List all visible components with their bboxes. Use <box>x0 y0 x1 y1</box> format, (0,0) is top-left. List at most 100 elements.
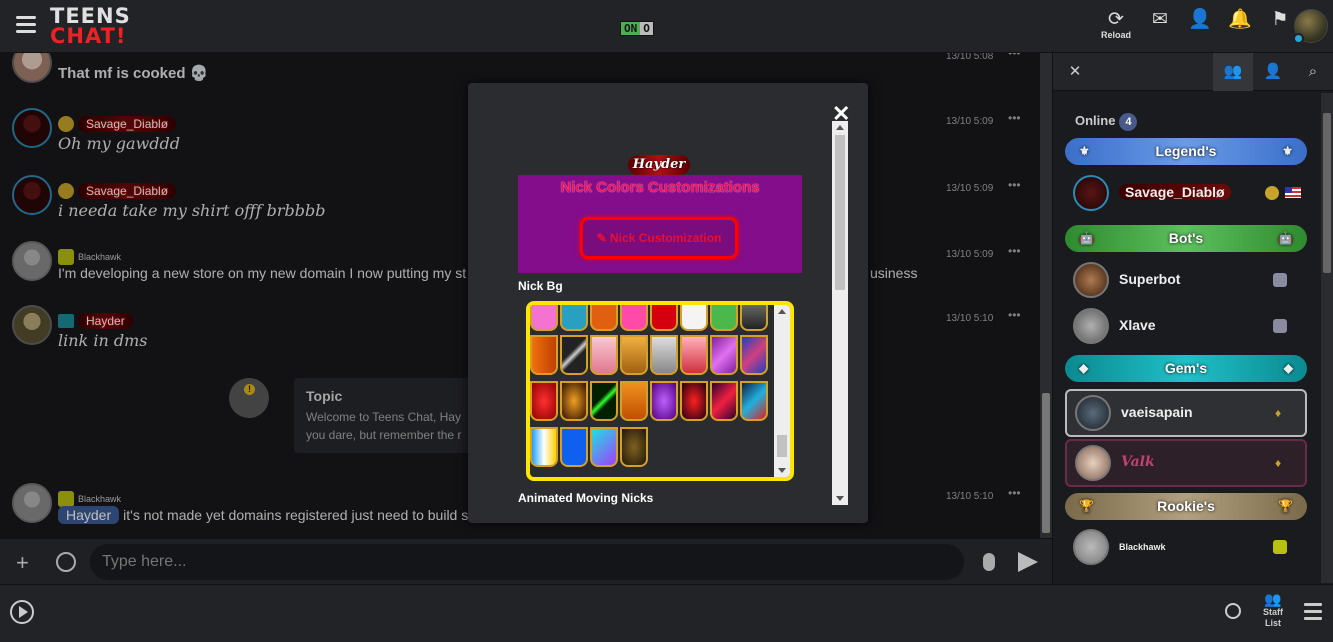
group-header-rookies: 🏆 Rookie's 🏆 <box>1065 493 1307 520</box>
off-label: O <box>640 22 653 35</box>
group-header-gems: ◆ Gem's ◆ <box>1065 355 1307 382</box>
robot-icon: 🤖 <box>1079 231 1094 245</box>
nick-bg-swatch[interactable] <box>710 305 738 331</box>
my-avatar[interactable] <box>1293 9 1328 44</box>
composer: + <box>0 538 1052 584</box>
header-icons: ⟳ Reload ✉ 👤 🔔 ⚑ <box>1101 9 1291 40</box>
gem-icon: ◆ <box>1079 361 1089 375</box>
nick-bg-swatch[interactable] <box>530 381 558 421</box>
nick-bg-swatch[interactable] <box>650 381 678 421</box>
chat-scrollbar[interactable] <box>1040 53 1052 538</box>
staff-list-button[interactable]: 👥 Staff List <box>1258 591 1288 629</box>
gem-rank-icon: ♦ <box>1274 456 1282 470</box>
nick-bg-swatch[interactable] <box>680 381 708 421</box>
group-header-legends: ⚜ Legend's ⚜ <box>1065 138 1307 165</box>
bot-badge-icon <box>1273 319 1287 333</box>
nick-bg-swatch[interactable] <box>680 335 708 375</box>
nick-bg-swatch[interactable] <box>620 335 648 375</box>
nick-bg-swatch[interactable] <box>680 305 708 331</box>
nick-colors-title: Nick Colors Customizations <box>560 179 760 196</box>
gem-icon: ◆ <box>1283 361 1293 375</box>
nick-bg-scrollbar[interactable] <box>774 305 790 477</box>
nick-bg-swatch[interactable] <box>620 381 648 421</box>
emoji-icon[interactable] <box>56 552 76 572</box>
bot-badge-icon <box>1273 273 1287 287</box>
nick-customization-button[interactable]: ✎ Nick Customization <box>580 217 738 259</box>
avatar <box>1073 262 1109 298</box>
nick-bg-swatch[interactable] <box>530 305 558 331</box>
panel-tabs: ✕ 👥 👤 ⌕ <box>1053 53 1333 91</box>
nick-bg-swatch[interactable] <box>560 427 588 467</box>
search-icon[interactable]: ⌕ <box>1293 53 1333 91</box>
staff-icon: 👥 <box>1264 591 1282 607</box>
avatar <box>1073 529 1109 565</box>
mail-icon[interactable]: ✉ <box>1149 10 1171 32</box>
avatar <box>1075 445 1111 481</box>
app-root: TEENS CHAT! ON O ⟳ Reload ✉ 👤 🔔 ⚑ That m… <box>0 0 1333 642</box>
wing-icon: ⚜ <box>1079 144 1090 158</box>
online-count-badge: 4 <box>1119 113 1138 131</box>
users-tab-icon[interactable]: 👥 <box>1213 53 1253 91</box>
nick-bg-swatch[interactable] <box>590 335 618 375</box>
nick-bg-swatch[interactable] <box>560 335 588 375</box>
rank-icon <box>1273 540 1287 554</box>
nick-bg-swatch[interactable] <box>740 381 768 421</box>
nick-bg-swatch[interactable] <box>620 305 648 331</box>
send-icon[interactable] <box>1018 552 1038 572</box>
nick-bg-swatch[interactable] <box>710 335 738 375</box>
user-list-panel: ✕ 👥 👤 ⌕ Online 4 ⚜ Legend's ⚜ Savage_Diablø… <box>1052 53 1333 584</box>
nick-bg-swatch[interactable] <box>590 427 618 467</box>
clock-icon[interactable] <box>1225 603 1241 619</box>
nick-bg-swatch[interactable] <box>740 335 768 375</box>
message-input[interactable] <box>90 544 964 580</box>
user-item[interactable]: Superbot <box>1065 258 1307 304</box>
plus-icon[interactable]: + <box>16 550 29 576</box>
nick-bg-grid <box>526 301 794 481</box>
profile-tab-icon[interactable]: 👤 <box>1253 53 1293 91</box>
footer-menu-icon[interactable] <box>1304 603 1322 624</box>
nick-customization-modal: ✕ Hayder Nick Colors Customizations ✎ Ni… <box>468 83 868 523</box>
rank-icon <box>1265 186 1279 200</box>
nick-bg-swatch[interactable] <box>560 381 588 421</box>
user-list-scrollbar[interactable] <box>1321 93 1333 583</box>
nick-bg-swatch[interactable] <box>620 427 648 467</box>
avatar <box>1073 175 1109 211</box>
nick-bg-swatch[interactable] <box>650 305 678 331</box>
on-off-toggle[interactable]: ON O <box>620 21 654 36</box>
close-panel-icon[interactable]: ✕ <box>1055 53 1095 91</box>
modal-body: Hayder Nick Colors Customizations ✎ Nick… <box>508 121 848 505</box>
wing-icon: ⚜ <box>1282 144 1293 158</box>
nick-bg-swatch[interactable] <box>650 335 678 375</box>
nick-bg-swatch[interactable] <box>530 427 558 467</box>
nick-bg-swatch[interactable] <box>560 305 588 331</box>
avatar <box>1075 395 1111 431</box>
nick-bg-swatch[interactable] <box>740 305 768 331</box>
flag-icon[interactable]: ⚑ <box>1269 10 1291 32</box>
modal-scrollbar[interactable] <box>832 121 848 505</box>
group-header-bots: 🤖 Bot's 🤖 <box>1065 225 1307 252</box>
user-item[interactable]: Savage_Diablø <box>1065 171 1307 217</box>
logo: TEENS CHAT! <box>50 4 131 48</box>
reload-button[interactable]: ⟳ Reload <box>1101 9 1131 40</box>
nick-bg-label: Nick Bg <box>518 279 563 293</box>
nick-bg-swatch[interactable] <box>530 335 558 375</box>
user-item[interactable]: Blackhawk <box>1065 525 1307 571</box>
nick-bg-swatch[interactable] <box>590 305 618 331</box>
add-friend-icon[interactable]: 👤 <box>1188 10 1212 32</box>
user-item[interactable]: Valk ♦ <box>1065 439 1307 487</box>
nick-bg-swatch[interactable] <box>590 381 618 421</box>
nick-colors-panel: Nick Colors Customizations ✎ Nick Custom… <box>518 175 802 273</box>
bell-icon[interactable]: 🔔 <box>1228 10 1252 32</box>
bottom-bar: 👥 Staff List <box>0 584 1333 642</box>
play-icon[interactable] <box>10 600 34 624</box>
status-dot <box>1293 33 1304 44</box>
reload-icon: ⟳ <box>1108 9 1124 30</box>
nick-preview: Hayder <box>628 155 690 175</box>
top-bar: TEENS CHAT! ON O ⟳ Reload ✉ 👤 🔔 ⚑ <box>0 0 1333 53</box>
user-item[interactable]: Xlave <box>1065 304 1307 350</box>
nick-bg-swatch[interactable] <box>710 381 738 421</box>
on-label: ON <box>621 22 641 35</box>
microphone-icon[interactable] <box>983 553 995 571</box>
user-item[interactable]: vaeisapain ♦ <box>1065 389 1307 437</box>
main-menu-icon[interactable] <box>16 16 36 33</box>
